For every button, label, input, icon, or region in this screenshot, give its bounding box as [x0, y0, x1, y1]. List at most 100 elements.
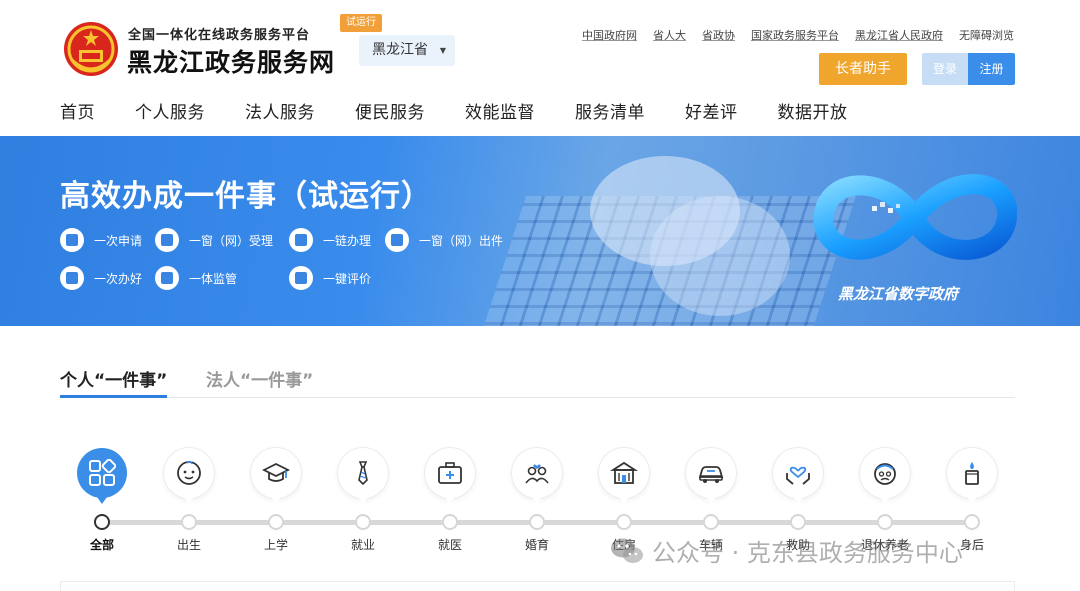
category-label: 上学 [263, 538, 288, 552]
timeline-dot [268, 514, 284, 530]
nav-home[interactable]: 首页 [60, 98, 95, 123]
candle-icon [965, 462, 979, 485]
nav-legal-services[interactable]: 法人服务 [245, 98, 315, 123]
category-bubble [773, 448, 823, 504]
feature-label: 一次办好 [94, 271, 143, 286]
service-tabs: 个人“一件事” 法人“一件事” [60, 366, 1015, 398]
feature-label: 一链办理 [323, 233, 372, 248]
wechat-icon [611, 538, 643, 563]
tie-icon [358, 461, 368, 486]
timeline-dot [529, 514, 545, 530]
medical-kit-icon [438, 462, 462, 484]
category-marriage[interactable]: 婚育 [507, 448, 567, 553]
timeline-dot [790, 514, 806, 530]
link-provincial-congress[interactable]: 省人大 [653, 27, 686, 43]
feature-apply-once: 一次申请 [60, 228, 142, 252]
clipboard-check-icon [60, 266, 84, 290]
document-search-icon [385, 228, 409, 252]
house-icon [610, 461, 638, 484]
timeline-dot [877, 514, 893, 530]
watermark-text: 公众号 · 克东县政务服务中心 [652, 539, 963, 567]
timeline-dot [964, 514, 980, 530]
category-label: 就业 [350, 538, 375, 552]
site-header: 全国一体化在线政务服务平台 黑龙江政务服务网 试运行 黑龙江省 ▼ 中国政府网 … [0, 0, 1080, 136]
top-links: 中国政府网 省人大 省政协 国家政务服务平台 黑龙江省人民政府 无障碍浏览 [582, 27, 1014, 43]
nav-open-data[interactable]: 数据开放 [778, 98, 848, 123]
login-button[interactable]: 登录 [922, 53, 968, 85]
province-selector[interactable]: 黑龙江省 ▼ [359, 35, 455, 66]
feature-one-click-review: 一键评价 [289, 266, 371, 290]
main-nav: 首页 个人服务 法人服务 便民服务 效能监督 服务清单 好差评 数据开放 [60, 98, 888, 123]
category-label: 婚育 [524, 538, 549, 552]
nav-personal-services[interactable]: 个人服务 [135, 98, 205, 123]
feature-one-window-accept: 一窗（网）受理 [155, 228, 273, 252]
category-label: 出生 [176, 538, 201, 552]
content-card-edge [60, 581, 1015, 591]
car-icon [698, 466, 724, 483]
timeline-dot [442, 514, 458, 530]
feature-label: 一窗（网）受理 [189, 233, 274, 248]
timeline-dot [355, 514, 371, 530]
hero-banner[interactable]: 高效办成一件事（试运行） 一次申请 一窗（网）受理 一链办理 一窗（网）出件 一… [0, 136, 1080, 326]
timeline-dot [703, 514, 719, 530]
feature-label: 一键评价 [323, 271, 372, 286]
category-birth[interactable]: 出生 [159, 448, 219, 553]
feature-label: 一体监管 [189, 271, 238, 286]
link-china-gov[interactable]: 中国政府网 [582, 27, 637, 43]
wechat-watermark: 公众号 · 克东县政务服务中心 [610, 533, 963, 568]
feature-unified-supervision: 一体监管 [155, 266, 237, 290]
category-bubble [77, 448, 127, 504]
application-icon [60, 228, 84, 252]
elder-assistant-button[interactable]: 长者助手 [819, 53, 907, 85]
site-title[interactable]: 黑龙江政务服务网 [127, 43, 335, 79]
timeline-dot [616, 514, 632, 530]
category-bubble [947, 448, 997, 504]
platform-subtitle: 全国一体化在线政务服务平台 [128, 28, 311, 43]
tab-personal-one-thing[interactable]: 个人“一件事” [60, 366, 168, 398]
category-bubble [860, 448, 910, 504]
timeline-dot [94, 514, 110, 530]
category-bubble [512, 448, 562, 504]
caret-down-icon: ▼ [439, 46, 446, 55]
digital-government-logo-icon [813, 174, 1017, 260]
feature-label: 一窗（网）出件 [419, 233, 504, 248]
baby-icon [177, 460, 201, 485]
couple-icon [525, 464, 549, 484]
category-label: 就医 [437, 538, 462, 552]
feature-one-chain: 一链办理 [289, 228, 371, 252]
national-emblem-icon [64, 22, 118, 76]
grid-icon [89, 459, 116, 486]
category-bubble [251, 448, 301, 504]
category-employment[interactable]: 就业 [333, 448, 393, 553]
feature-label: 一次申请 [94, 233, 143, 248]
category-all[interactable]: 全部 [72, 448, 132, 553]
document-icon [289, 228, 313, 252]
shield-check-icon [155, 266, 179, 290]
category-bubble [164, 448, 214, 504]
link-provincial-cppcc[interactable]: 省政协 [702, 27, 735, 43]
timeline-dot [181, 514, 197, 530]
register-button[interactable]: 注册 [968, 53, 1015, 85]
province-selector-value: 黑龙江省 [372, 42, 428, 58]
nav-performance-supervision[interactable]: 效能监督 [465, 98, 535, 123]
nav-evaluation[interactable]: 好差评 [685, 98, 738, 123]
feature-one-window-output: 一窗（网）出件 [385, 228, 503, 252]
trial-badge: 试运行 [340, 14, 382, 32]
nav-convenience-services[interactable]: 便民服务 [355, 98, 425, 123]
graduation-cap-icon [262, 462, 290, 482]
tab-legal-one-thing[interactable]: 法人“一件事” [206, 366, 313, 398]
digital-government-label: 黑龙江省数字政府 [838, 285, 959, 303]
link-accessibility[interactable]: 无障碍浏览 [959, 27, 1014, 43]
link-provincial-government[interactable]: 黑龙江省人民政府 [855, 27, 943, 43]
category-medical[interactable]: 就医 [420, 448, 480, 553]
nav-service-list[interactable]: 服务清单 [575, 98, 645, 123]
feature-done-once: 一次办好 [60, 266, 142, 290]
elder-icon [874, 463, 896, 485]
banner-title: 高效办成一件事（试运行） [60, 179, 432, 214]
category-school[interactable]: 上学 [246, 448, 306, 553]
hand-illustration [650, 196, 790, 316]
category-bubble [599, 448, 649, 504]
link-national-platform[interactable]: 国家政务服务平台 [751, 27, 839, 43]
category-label: 全部 [89, 538, 114, 552]
edit-document-icon [289, 266, 313, 290]
